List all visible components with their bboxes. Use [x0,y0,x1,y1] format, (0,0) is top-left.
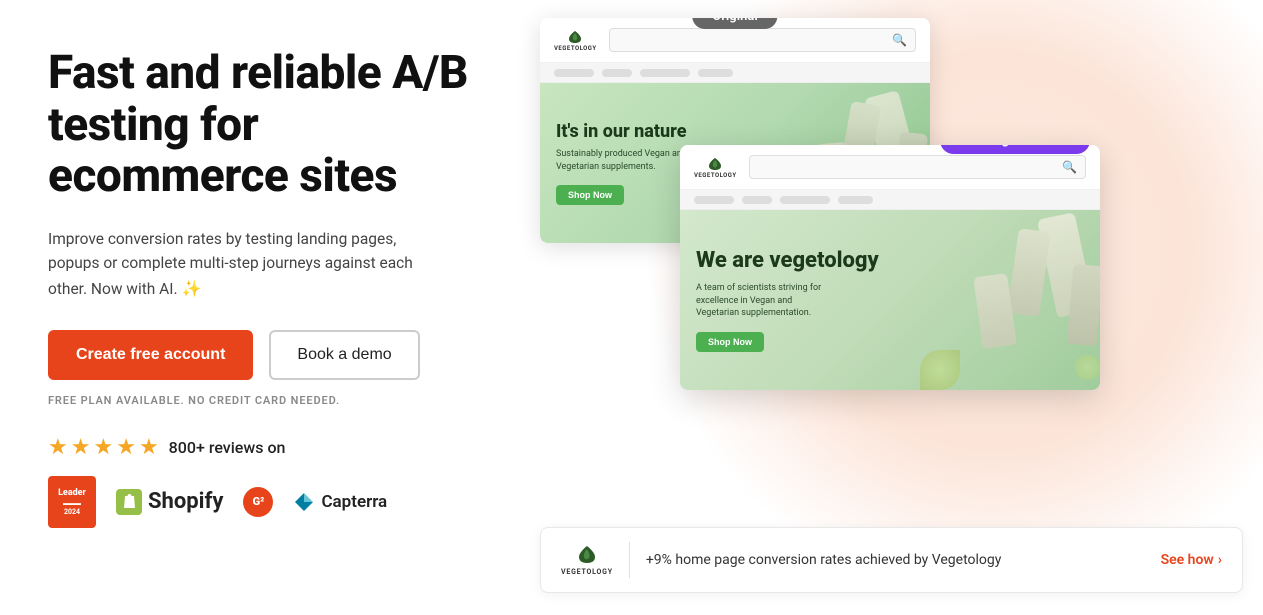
vegetology-name-original: VEGETOLOGY [554,45,597,52]
vegetology-name-challenger: VEGETOLOGY [694,172,737,179]
right-column: Original VEGETOLOGY 🔍 [520,0,1263,615]
original-card-label: Original [692,18,777,29]
left-column: Fast and reliable A/B testing for ecomme… [0,0,520,615]
search-icon-challenger: 🔍 [1062,160,1077,174]
proof-logo-icon [573,544,601,566]
challenger-bottle-decoration [880,210,1100,390]
hero-subtitle: Improve conversion rates by testing land… [48,227,438,302]
challenger-card-nav [680,190,1100,210]
challenger-nav-pill-1 [694,196,734,204]
proof-brand-name: VEGETOLOGY [561,568,613,576]
page-wrapper: Fast and reliable A/B testing for ecomme… [0,0,1263,615]
shopify-logo: Shopify [116,489,223,515]
challenger-nav-pill-2 [742,196,772,204]
g2-badge-divider: ▬▬▬ [63,500,81,507]
g2-text: G² [253,495,265,508]
challenger-bottle-3 [1067,264,1100,346]
star-rating: ★ ★ ★ ★ ★ [48,435,159,460]
proof-bar: VEGETOLOGY +9% home page conversion rate… [540,527,1243,593]
nav-pill-3 [640,69,690,77]
original-card-nav [540,63,930,83]
reviews-text: 800+ reviews on [169,438,286,457]
hero-title: Fast and reliable A/B testing for ecomme… [48,48,480,203]
vegetology-logo-challenger: VEGETOLOGY [694,156,737,179]
proof-divider [629,542,630,578]
original-hero-content: It's in our nature Sustainably produced … [556,121,696,205]
challenger-card-hero: We are vegetology A team of scientists s… [680,210,1100,390]
shopify-label: Shopify [148,489,223,514]
nav-pill-1 [554,69,594,77]
search-bar-original: 🔍 [609,28,916,52]
see-how-arrow: › [1218,552,1222,568]
star-3: ★ [93,435,113,460]
challenger-bottle-2 [1007,228,1051,317]
capterra-logo: Capterra [293,491,387,513]
g2-leader-badge: Leader ▬▬▬ 2024 [48,476,96,528]
star-5: ★ [139,435,159,460]
reviews-row: ★ ★ ★ ★ ★ 800+ reviews on [48,435,480,460]
proof-bar-logo: VEGETOLOGY [561,544,613,576]
create-account-button[interactable]: Create free account [48,330,253,380]
see-how-link[interactable]: See how › [1161,552,1222,568]
leaf-decoration [920,350,960,390]
original-shop-button[interactable]: Shop Now [556,185,624,205]
nav-pill-4 [698,69,733,77]
g2-year-text: 2024 [64,508,80,516]
challenger-nav-pill-3 [780,196,830,204]
see-how-text: See how [1161,552,1214,568]
free-plan-note: FREE PLAN AVAILABLE. NO CREDIT CARD NEED… [48,394,480,407]
challenger-hero-sub: A team of scientists striving for excell… [696,282,836,320]
nav-pill-2 [602,69,632,77]
capterra-label: Capterra [321,492,387,512]
star-1: ★ [48,435,68,460]
original-hero-sub: Sustainably produced Vegan and Vegetaria… [556,148,696,173]
lime-decoration [1075,355,1100,380]
challenger-nav-pill-4 [838,196,873,204]
challenger-card-label: Challenger: +9% CR [940,145,1090,154]
star-2: ★ [71,435,91,460]
challenger-shop-button[interactable]: Shop Now [696,332,764,352]
challenger-hero-title: We are vegetology [696,248,879,274]
book-demo-button[interactable]: Book a demo [269,330,419,380]
original-hero-title: It's in our nature [556,121,696,142]
search-icon-original: 🔍 [892,33,907,47]
logos-row: Leader ▬▬▬ 2024 Shopify G² [48,476,480,528]
vegetology-logo-original: VEGETOLOGY [554,29,597,52]
challenger-card: Challenger: +9% CR VEGETOLOGY 🔍 [680,145,1100,390]
sparkle-icon: ✨ [181,279,201,298]
proof-message: +9% home page conversion rates achieved … [646,552,1145,568]
capterra-icon [293,491,315,513]
shopify-bag-icon [116,489,142,515]
g2-leader-text: Leader [58,488,86,499]
cta-buttons: Create free account Book a demo [48,330,480,380]
star-4: ★ [116,435,136,460]
search-bar-challenger: 🔍 [749,155,1086,179]
g2-circle: G² [243,487,273,517]
challenger-hero-content: We are vegetology A team of scientists s… [696,248,879,352]
